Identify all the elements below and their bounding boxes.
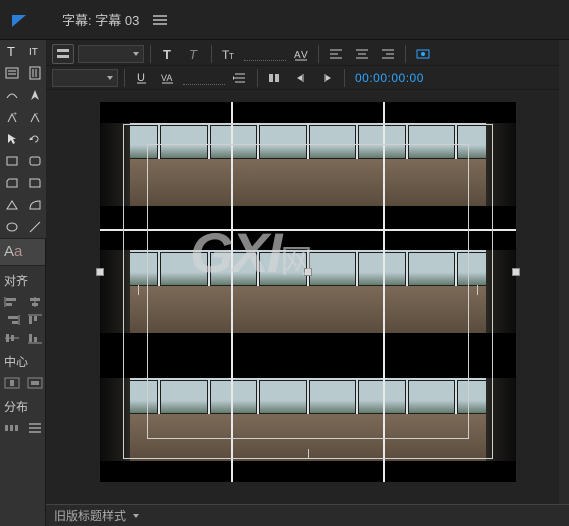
align-center-text-icon[interactable]: [351, 44, 373, 64]
distribute-h-icon[interactable]: [0, 419, 23, 437]
composition-frame[interactable]: [100, 102, 516, 482]
align-hcenter-icon[interactable]: [23, 293, 46, 311]
add-point-tool-icon[interactable]: +: [0, 106, 23, 128]
tick-bottom: [308, 449, 309, 459]
line-tool-icon[interactable]: [23, 216, 46, 238]
align-bottom-icon[interactable]: [23, 329, 46, 347]
chevron-down-icon: [132, 512, 140, 520]
svg-text:T: T: [189, 47, 198, 62]
font-family-dropdown[interactable]: [78, 45, 144, 63]
svg-text:A: A: [294, 50, 301, 61]
svg-text:V: V: [301, 50, 308, 61]
align-left-icon[interactable]: [0, 293, 23, 311]
font-style-dropdown[interactable]: [52, 69, 118, 87]
back-arrow-icon[interactable]: [4, 5, 34, 35]
tracking-field[interactable]: [183, 71, 225, 85]
svg-text:T: T: [163, 47, 171, 62]
svg-text:U: U: [137, 72, 145, 84]
styles-footer[interactable]: 旧版标题样式: [46, 504, 569, 526]
rounded-clip-tool-icon[interactable]: [23, 172, 46, 194]
tab-title[interactable]: 字幕: 字幕 03: [62, 10, 139, 29]
align-left-text-icon[interactable]: [325, 44, 347, 64]
selection-tool-icon[interactable]: [0, 128, 23, 150]
selection-handle-left[interactable]: [96, 268, 104, 276]
font-size-field[interactable]: [244, 47, 286, 61]
selection-handle-right[interactable]: [512, 268, 520, 276]
rectangle-tool-icon[interactable]: [0, 150, 23, 172]
timecode-display[interactable]: 00:00:00:00: [355, 71, 424, 85]
area-text-tool-icon[interactable]: [0, 62, 23, 84]
distribute-panel-label: 分布: [0, 392, 45, 419]
clipped-rect-tool-icon[interactable]: [0, 172, 23, 194]
rounded-rect-tool-icon[interactable]: [23, 150, 46, 172]
rotate-tool-icon[interactable]: [23, 128, 46, 150]
canvas-area[interactable]: [46, 90, 569, 526]
italic-icon[interactable]: T: [183, 44, 205, 64]
delete-point-tool-icon[interactable]: -: [23, 106, 46, 128]
tab-menu-icon[interactable]: [153, 13, 167, 27]
tick-left: [138, 285, 139, 295]
vertical-scrollbar[interactable]: [559, 40, 569, 504]
svg-text:+: +: [13, 111, 17, 118]
ellipse-tool-icon[interactable]: [0, 216, 23, 238]
pen-tool-icon[interactable]: [23, 84, 46, 106]
path-text-tool-icon[interactable]: [0, 84, 23, 106]
bold-icon[interactable]: T: [157, 44, 179, 64]
tool-sidebar: T IT + - Aa 对齐: [0, 40, 46, 526]
title-safe-frame: [147, 144, 469, 439]
align-panel-label: 对齐: [0, 266, 45, 293]
center-vertical-icon[interactable]: [0, 374, 23, 392]
type-style-icon[interactable]: Aa: [0, 238, 45, 266]
distribute-v-icon[interactable]: [23, 419, 46, 437]
options-row-1: T T TT AV: [46, 42, 569, 66]
svg-text:T: T: [229, 52, 234, 61]
align-vcenter-icon[interactable]: [0, 329, 23, 347]
titlebar: 字幕: 字幕 03: [0, 0, 569, 40]
indent-left-icon[interactable]: [316, 68, 338, 88]
text-tool-icon[interactable]: T: [0, 40, 23, 62]
tracking-icon[interactable]: VA: [157, 68, 179, 88]
tick-right: [477, 285, 478, 295]
underline-icon[interactable]: U: [131, 68, 153, 88]
align-right-icon[interactable]: [0, 311, 23, 329]
title-actions-icon[interactable]: [52, 44, 74, 64]
svg-text:-: -: [36, 111, 39, 118]
font-size-icon[interactable]: TT: [218, 44, 240, 64]
svg-text:VA: VA: [161, 73, 172, 83]
align-right-text-icon[interactable]: [377, 44, 399, 64]
options-row-2: U VA 00:00:00:00: [46, 66, 569, 90]
indent-right-icon[interactable]: [290, 68, 312, 88]
selection-handle-center[interactable]: [304, 268, 312, 276]
align-top-icon[interactable]: [23, 311, 46, 329]
leading-icon[interactable]: [229, 68, 251, 88]
arc-tool-icon[interactable]: [23, 194, 46, 216]
center-horizontal-icon[interactable]: [23, 374, 46, 392]
wedge-tool-icon[interactable]: [0, 194, 23, 216]
svg-text:T: T: [7, 44, 15, 58]
show-video-icon[interactable]: [412, 44, 434, 64]
vertical-area-text-tool-icon[interactable]: [23, 62, 46, 84]
tab-stops-icon[interactable]: [264, 68, 286, 88]
vertical-text-tool-icon[interactable]: IT: [23, 40, 46, 62]
svg-text:IT: IT: [29, 47, 38, 58]
kerning-icon[interactable]: AV: [290, 44, 312, 64]
center-panel-label: 中心: [0, 347, 45, 374]
styles-footer-label: 旧版标题样式: [54, 507, 126, 524]
